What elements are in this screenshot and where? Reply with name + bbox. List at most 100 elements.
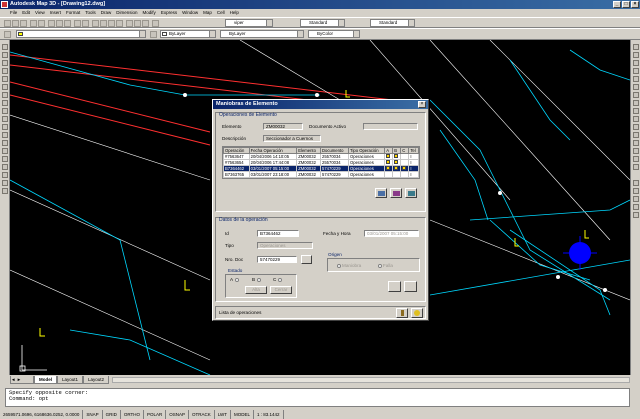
spline-icon[interactable] bbox=[2, 108, 8, 114]
help-icon[interactable] bbox=[152, 20, 159, 27]
design-center-icon[interactable] bbox=[134, 20, 141, 27]
dimension-angular-icon[interactable] bbox=[633, 204, 639, 210]
model-toggle[interactable]: MODEL bbox=[231, 410, 254, 419]
menu-draw[interactable]: Draw bbox=[101, 9, 112, 17]
array-icon[interactable] bbox=[633, 76, 639, 82]
ellipse-arc-icon[interactable] bbox=[2, 124, 8, 130]
dimension-linear-icon[interactable] bbox=[633, 180, 639, 186]
lwt-toggle[interactable]: LWT bbox=[215, 410, 231, 419]
save-icon[interactable] bbox=[20, 20, 27, 27]
polyline-icon[interactable] bbox=[2, 60, 8, 66]
dim-style-select[interactable]: Standard bbox=[300, 19, 345, 27]
pan-icon[interactable] bbox=[92, 20, 99, 27]
grid-toggle[interactable]: GRID bbox=[103, 410, 121, 419]
menu-format[interactable]: Format bbox=[66, 9, 80, 17]
menu-window[interactable]: Window bbox=[182, 9, 198, 17]
zoom-icon[interactable] bbox=[100, 20, 107, 27]
table-icon[interactable] bbox=[2, 180, 8, 186]
table-style-select[interactable]: Standard bbox=[370, 19, 415, 27]
lineweight-select[interactable]: ByColor bbox=[308, 30, 360, 38]
menu-dimension[interactable]: Dimension bbox=[116, 9, 137, 17]
line-icon[interactable] bbox=[2, 44, 8, 50]
tipo-select[interactable]: Operaciones bbox=[257, 242, 313, 249]
zoom-previous-icon[interactable] bbox=[116, 20, 123, 27]
new-icon[interactable] bbox=[4, 20, 11, 27]
maximize-button[interactable]: □ bbox=[622, 1, 630, 8]
polar-toggle[interactable]: POLAR bbox=[144, 410, 167, 419]
stretch-icon[interactable] bbox=[633, 108, 639, 114]
offset-icon[interactable] bbox=[633, 68, 639, 74]
linetype-select[interactable]: ByLayer bbox=[220, 30, 304, 38]
trim-icon[interactable] bbox=[633, 116, 639, 122]
cerrar-estado-button[interactable]: Cerrar bbox=[270, 286, 292, 294]
explode-icon[interactable] bbox=[633, 164, 639, 170]
mirror-icon[interactable] bbox=[633, 60, 639, 66]
tool-palette-icon[interactable] bbox=[142, 20, 149, 27]
cut-icon[interactable] bbox=[48, 20, 55, 27]
snap-toggle[interactable]: SNAP bbox=[83, 410, 103, 419]
table-row[interactable]: B7363765 03/01/2007 23:18:00 ZM00032 574… bbox=[223, 171, 419, 178]
leader-icon[interactable] bbox=[633, 212, 639, 218]
layer-select[interactable] bbox=[16, 30, 146, 38]
exit-button[interactable] bbox=[411, 308, 423, 318]
insert-block-icon[interactable] bbox=[2, 132, 8, 138]
menu-map[interactable]: Map bbox=[203, 9, 212, 17]
tab-layout1[interactable]: Layout1 bbox=[57, 376, 84, 384]
tab-layout2[interactable]: Layout2 bbox=[83, 376, 110, 384]
checkbox-b[interactable] bbox=[394, 160, 399, 164]
checkbox-b[interactable] bbox=[394, 166, 399, 170]
estado-a-radio[interactable]: A bbox=[230, 277, 240, 282]
dialog-close-button[interactable]: × bbox=[418, 101, 426, 108]
join-icon[interactable] bbox=[633, 140, 639, 146]
region-icon[interactable] bbox=[2, 172, 8, 178]
preview-icon[interactable] bbox=[38, 20, 45, 27]
gradient-icon[interactable] bbox=[2, 164, 8, 170]
mtext-icon[interactable] bbox=[2, 188, 8, 194]
properties-icon[interactable] bbox=[126, 20, 133, 27]
make-current-icon[interactable] bbox=[150, 31, 157, 38]
menu-view[interactable]: View bbox=[35, 9, 45, 17]
color-select[interactable]: ByLayer bbox=[160, 30, 216, 38]
origen-falla-radio[interactable]: Falla bbox=[378, 263, 393, 268]
menu-express[interactable]: Express bbox=[161, 9, 177, 17]
fillet-icon[interactable] bbox=[633, 156, 639, 162]
paste-icon[interactable] bbox=[64, 20, 71, 27]
rotate-icon[interactable] bbox=[633, 92, 639, 98]
horizontal-scrollbar[interactable] bbox=[112, 377, 630, 383]
id-field[interactable]: B7364462 bbox=[257, 230, 299, 237]
estado-c-radio[interactable]: C bbox=[273, 277, 283, 282]
menu-cell[interactable]: Cell bbox=[217, 9, 225, 17]
apply-button[interactable] bbox=[388, 281, 401, 292]
edit-operation-button[interactable] bbox=[390, 188, 402, 198]
make-block-icon[interactable] bbox=[2, 140, 8, 146]
checkbox-c[interactable] bbox=[402, 166, 407, 170]
minimize-button[interactable]: _ bbox=[613, 1, 621, 8]
construction-line-icon[interactable] bbox=[2, 52, 8, 58]
nro-doc-lookup-button[interactable] bbox=[301, 255, 312, 264]
cancel-operation-button[interactable] bbox=[404, 281, 417, 292]
move-icon[interactable] bbox=[633, 84, 639, 90]
circle-icon[interactable] bbox=[2, 92, 8, 98]
menu-file[interactable]: File bbox=[10, 9, 17, 17]
menu-help[interactable]: Help bbox=[230, 9, 239, 17]
arc-icon[interactable] bbox=[2, 84, 8, 90]
zoom-window-icon[interactable] bbox=[108, 20, 115, 27]
break-icon[interactable] bbox=[633, 132, 639, 138]
menu-tools[interactable]: Tools bbox=[85, 9, 96, 17]
otrack-toggle[interactable]: OTRACK bbox=[189, 410, 215, 419]
copy-object-icon[interactable] bbox=[633, 52, 639, 58]
extend-icon[interactable] bbox=[633, 124, 639, 130]
chamfer-icon[interactable] bbox=[633, 148, 639, 154]
origen-maniobra-radio[interactable]: Maniobra bbox=[337, 263, 361, 268]
estado-b-radio[interactable]: B bbox=[252, 277, 262, 282]
ortho-toggle[interactable]: ORTHO bbox=[121, 410, 145, 419]
point-icon[interactable] bbox=[2, 148, 8, 154]
link-operation-button[interactable] bbox=[405, 188, 417, 198]
layer-manager-icon[interactable] bbox=[4, 31, 11, 38]
command-window[interactable]: Specify opposite corner: Command: opt bbox=[5, 388, 630, 407]
polygon-icon[interactable] bbox=[2, 68, 8, 74]
redo-icon[interactable] bbox=[82, 20, 89, 27]
close-button[interactable]: × bbox=[631, 1, 639, 8]
tab-model[interactable]: Model bbox=[34, 376, 57, 384]
erase-icon[interactable] bbox=[633, 44, 639, 50]
